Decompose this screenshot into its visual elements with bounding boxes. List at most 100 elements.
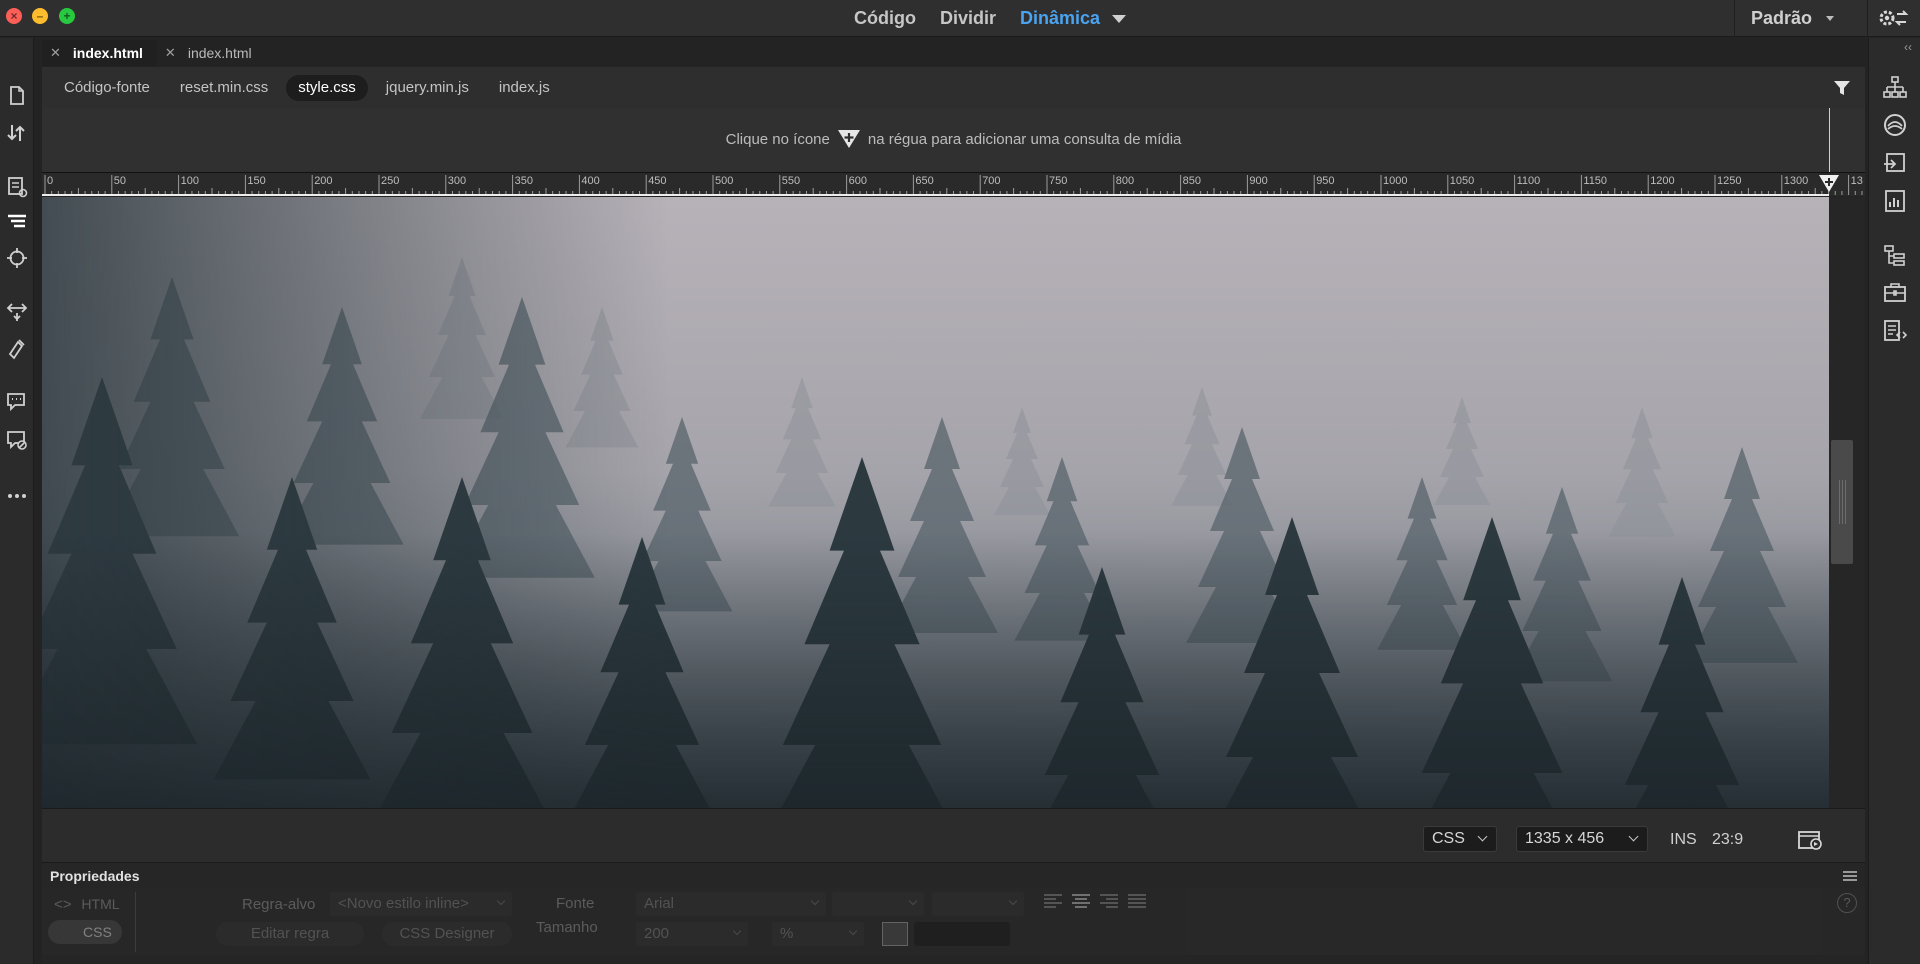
html-mode-button[interactable]: <> HTML: [54, 892, 120, 916]
filter-icon[interactable]: [1833, 80, 1851, 96]
code-icon: <>: [54, 896, 72, 913]
ruler-tick-label: 700: [982, 175, 1000, 187]
align-justify-icon[interactable]: [1128, 894, 1146, 908]
size-label: Tamanho: [536, 919, 598, 936]
related-file-jquery-js[interactable]: jquery.min.js: [374, 75, 481, 101]
divider: [135, 892, 136, 952]
ruler-tick-label: 50: [114, 175, 126, 187]
hint-text-end: na régua para adicionar uma consulta de …: [867, 130, 1182, 148]
ruler-tick-label: 100: [181, 175, 199, 187]
related-file-style-css[interactable]: style.css: [286, 75, 368, 101]
target-rule-select[interactable]: <Novo estilo inline>: [330, 892, 512, 916]
text-color-input[interactable]: [914, 922, 1010, 946]
live-code-icon[interactable]: [5, 175, 29, 199]
hint-text-start: Clique no ícone: [725, 130, 830, 148]
window-size-select[interactable]: 1335 x 456: [1516, 826, 1648, 852]
close-tab-icon[interactable]: ✕: [165, 45, 176, 61]
related-files-list: Código-fonte reset.min.css style.css jqu…: [52, 75, 562, 101]
chevron-down-icon: [1008, 896, 1018, 906]
size-select[interactable]: 200: [636, 922, 748, 946]
related-file-reset-css[interactable]: reset.min.css: [168, 75, 280, 101]
target-rule-label: Regra-alvo: [242, 896, 316, 913]
view-mode-live[interactable]: Dinâmica: [1020, 8, 1100, 29]
ruler-tick-label: 750: [1049, 175, 1067, 187]
css-mode-button[interactable]: CSS: [48, 920, 122, 944]
view-mode-dropdown-icon[interactable]: [1112, 14, 1127, 23]
chevron-down-icon: [908, 896, 918, 906]
ruler-tick-label: 1000: [1383, 175, 1407, 187]
align-center-icon[interactable]: [1072, 894, 1090, 908]
font-label: Fonte: [556, 895, 595, 912]
chevron-down-icon: [496, 896, 506, 906]
css-designer-icon[interactable]: [1882, 188, 1908, 214]
insert-mode-indicator[interactable]: INS: [1670, 831, 1697, 849]
css-designer-button[interactable]: CSS Designer: [382, 922, 512, 946]
chevron-down-icon: [732, 926, 742, 936]
help-icon[interactable]: ?: [1837, 893, 1857, 913]
edit-rule-button[interactable]: Editar regra: [216, 922, 364, 946]
ruler-tick-label: 550: [782, 175, 800, 187]
text-color-swatch[interactable]: [882, 922, 908, 946]
forest-hero-image: [42, 197, 1829, 808]
view-mode-code[interactable]: Código: [854, 8, 916, 29]
document-type-value: CSS: [1432, 830, 1465, 847]
ruler-tick-label: 300: [448, 175, 466, 187]
ruler-baseline: [42, 194, 1829, 196]
title-bar: × – + Código Dividir Dinâmica Padrão: [0, 0, 1920, 37]
remove-comment-icon[interactable]: [5, 428, 29, 452]
font-weight-select[interactable]: [832, 892, 924, 916]
css-mode-label: CSS: [83, 924, 112, 940]
scrollbar-thumb[interactable]: [1831, 440, 1853, 564]
ruler-tick-label: 0: [47, 175, 53, 187]
document-type-select[interactable]: CSS: [1423, 826, 1497, 852]
workspace-label: Padrão: [1750, 8, 1812, 28]
chevron-down-icon: [848, 926, 858, 936]
format-source-icon[interactable]: [5, 336, 29, 360]
font-style-select[interactable]: [932, 892, 1024, 916]
font-select[interactable]: Arial: [636, 892, 826, 916]
collapse-panels-icon[interactable]: ‹‹: [1904, 40, 1912, 54]
tab-index-html[interactable]: ✕ index.html: [157, 40, 266, 66]
expand-tags-icon[interactable]: [5, 300, 29, 324]
panel-menu-icon[interactable]: [1843, 871, 1857, 881]
view-mode-switcher: Código Dividir Dinâmica: [0, 0, 1920, 37]
inspect-icon[interactable]: [5, 209, 29, 233]
html-mode-label: HTML: [81, 896, 120, 912]
files-panel-icon[interactable]: [1882, 74, 1908, 100]
ruler-tick-label: 900: [1249, 175, 1267, 187]
target-icon[interactable]: [5, 246, 29, 270]
view-mode-split[interactable]: Dividir: [940, 8, 996, 29]
open-documents-icon[interactable]: [5, 84, 29, 108]
tab-index-html-active[interactable]: ✕ index.html: [42, 40, 157, 66]
media-query-hint: Clique no ícone na régua para adicionar …: [42, 128, 1865, 150]
horizontal-ruler[interactable]: 0 50 100 150 200 250 300 350 400 450 500 550 600 650 7…: [42, 172, 1865, 196]
vertical-scrollbar[interactable]: [1829, 197, 1865, 808]
close-tab-icon[interactable]: ✕: [50, 45, 61, 61]
comment-icon[interactable]: [5, 390, 29, 414]
related-file-source-code[interactable]: Código-fonte: [52, 75, 162, 101]
more-options-icon[interactable]: [5, 484, 29, 508]
document-tabs: ✕ index.html ✕ index.html: [42, 40, 266, 66]
divider: [1867, 0, 1868, 37]
snippets-panel-icon[interactable]: [1882, 318, 1908, 344]
realtime-preview-icon[interactable]: [1797, 829, 1825, 851]
assets-panel-icon[interactable]: [1882, 279, 1908, 305]
add-media-query-marker-icon[interactable]: [1818, 174, 1840, 194]
ruler-tick-label: 1150: [1583, 175, 1607, 187]
chevron-down-icon: [1477, 831, 1488, 842]
window-size-value: 1335 x 456: [1525, 830, 1605, 847]
live-view-canvas[interactable]: [42, 197, 1829, 808]
file-management-icon[interactable]: [5, 121, 29, 145]
size-unit-select[interactable]: %: [772, 922, 864, 946]
cc-libraries-icon[interactable]: [1882, 112, 1908, 138]
sync-settings-icon[interactable]: [1876, 5, 1910, 31]
workspace-switcher[interactable]: Padrão: [1733, 0, 1834, 37]
insert-panel-icon[interactable]: [1882, 150, 1908, 176]
align-right-icon[interactable]: [1100, 894, 1118, 908]
ruler-tick-label: 1300: [1784, 175, 1808, 187]
ruler-tick-label: 1250: [1717, 175, 1741, 187]
dom-panel-icon[interactable]: [1882, 243, 1908, 269]
tab-label: index.html: [187, 45, 252, 61]
related-file-index-js[interactable]: index.js: [487, 75, 562, 101]
align-left-icon[interactable]: [1044, 894, 1062, 908]
